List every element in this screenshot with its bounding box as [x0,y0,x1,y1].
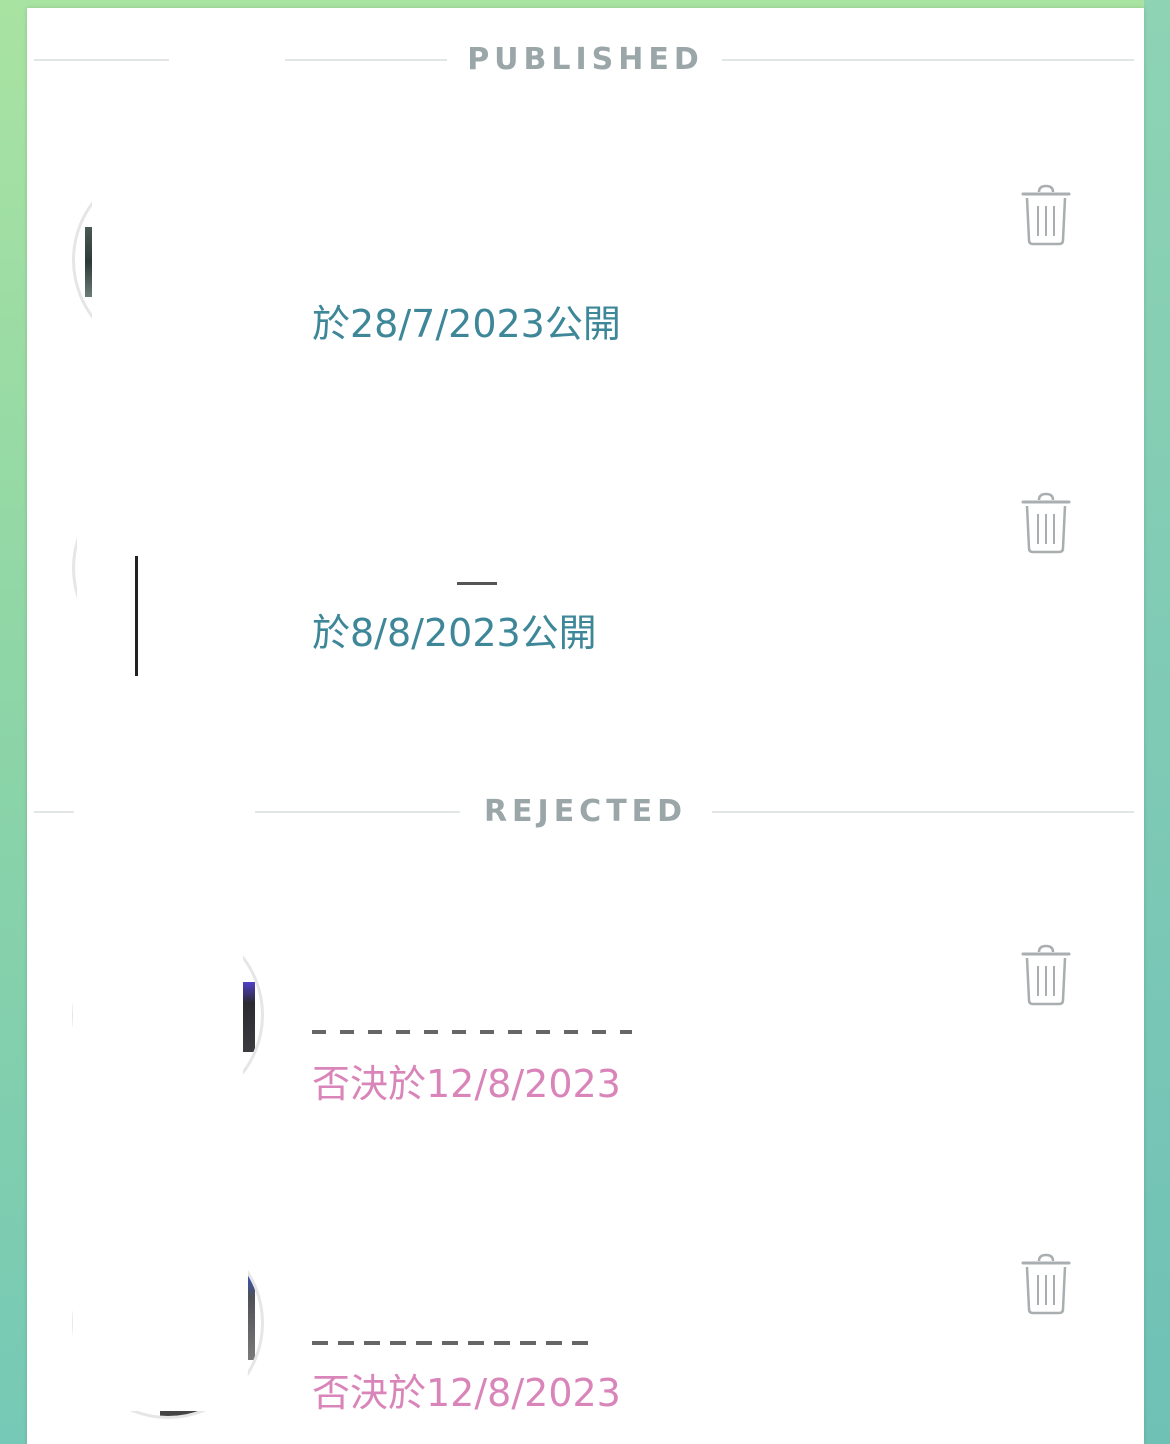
rejected-date-text: 否決於12/8/2023 [312,1062,621,1106]
trash-icon-svg [1021,492,1071,554]
redacted-area [77,456,272,756]
redacted-area [92,148,272,448]
published-date-text: 於8/8/2023公開 [312,611,597,655]
redacted-area [73,903,243,1113]
submissions-panel: PUBLISHED 於28/7/2023公開 於8/8/2023公開 REJEC… [27,8,1144,1444]
rejected-date-text: 否決於12/8/2023 [312,1371,621,1415]
background-edge [1144,0,1170,1444]
published-section-title: PUBLISHED [467,42,704,77]
submission-item[interactable]: 否決於12/8/2023 [27,1211,1144,1444]
trash-icon-svg [1021,1253,1071,1315]
trash-icon-svg [1021,944,1071,1006]
trash-icon-svg [1021,184,1071,246]
thumbnail-photo [135,556,138,676]
redacted-text-fragment [457,582,497,585]
trash-icon[interactable] [1021,492,1071,554]
published-section-header: PUBLISHED [27,40,1144,80]
trash-icon[interactable] [1021,184,1071,246]
trash-icon[interactable] [1021,944,1071,1006]
rejected-section-header: REJECTED [27,792,1144,832]
redacted-text-fragment [312,1341,597,1345]
redacted-area [73,1211,248,1411]
submission-item[interactable]: 於8/8/2023公開 [27,456,1144,756]
submission-item[interactable]: 否決於12/8/2023 [27,903,1144,1203]
submission-item[interactable]: 於28/7/2023公開 [27,148,1144,448]
trash-icon[interactable] [1021,1253,1071,1315]
rejected-section-title: REJECTED [483,794,688,829]
published-date-text: 於28/7/2023公開 [312,302,621,346]
redacted-text-fragment [312,1030,632,1034]
